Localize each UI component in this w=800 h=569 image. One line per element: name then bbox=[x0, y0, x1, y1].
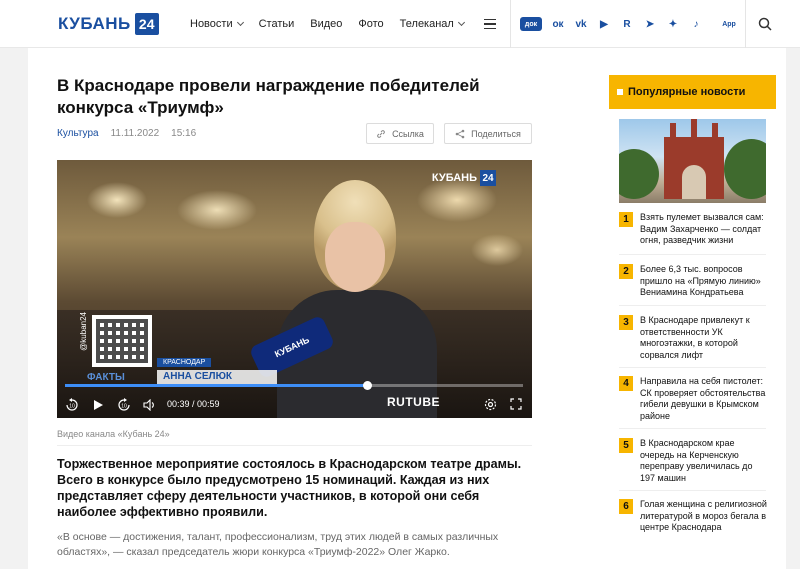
odnoklassniki-icon[interactable]: ок bbox=[551, 17, 565, 31]
popular-news-item[interactable]: 6 Голая женщина с религиозной литературо… bbox=[619, 499, 769, 534]
rutube-icon[interactable]: R bbox=[620, 17, 634, 31]
article-meta: Культура 11.11.2022 15:16 bbox=[57, 128, 196, 139]
popular-news-item[interactable]: 5 В Краснодарском крае очередь на Керчен… bbox=[619, 438, 769, 484]
video-time: 00:39 / 00:59 bbox=[167, 399, 220, 409]
article-lead: Торжественное мероприятие состоялось в К… bbox=[57, 457, 522, 519]
news-title[interactable]: В Краснодаре привлекут к ответственности… bbox=[640, 315, 769, 361]
news-title[interactable]: Взять пулемет вызвался сам: Вадим Захарч… bbox=[640, 212, 769, 247]
popular-news-image[interactable] bbox=[619, 119, 766, 203]
nav-label: Видео bbox=[310, 18, 343, 30]
popular-news-title: Популярные новости bbox=[628, 86, 746, 98]
news-title[interactable]: Более 6,3 тыс. вопросов пришло на «Пряму… bbox=[640, 264, 769, 299]
video-frame-speaker bbox=[272, 180, 442, 418]
news-rank: 1 bbox=[619, 212, 633, 227]
logo-text: КУБАНЬ bbox=[58, 14, 131, 33]
telegram-icon[interactable]: ➤ bbox=[643, 17, 657, 31]
vk-icon[interactable]: vk bbox=[574, 17, 588, 31]
right-page-margin bbox=[786, 0, 800, 569]
divider bbox=[619, 305, 766, 306]
search-icon[interactable] bbox=[758, 17, 772, 31]
news-rank: 6 bbox=[619, 499, 633, 514]
header-divider bbox=[745, 0, 746, 48]
triumphal-arch bbox=[664, 119, 724, 199]
nav-item-tv[interactable]: Телеканал bbox=[399, 18, 465, 30]
article-title: В Краснодаре провели награждение победит… bbox=[57, 76, 480, 117]
news-title[interactable]: Направила на себя пистолет: СК проверяет… bbox=[640, 376, 769, 422]
news-title[interactable]: В Краснодарском крае очередь на Керченск… bbox=[640, 438, 769, 484]
news-rank: 4 bbox=[619, 376, 633, 391]
video-handle: @kuban24 bbox=[79, 312, 88, 351]
article-quote: «В основе — достижения, талант, професси… bbox=[57, 531, 499, 558]
rutube-logo: RUTUBE bbox=[387, 395, 440, 409]
copy-link-button[interactable]: Ссылка bbox=[366, 123, 434, 144]
heading-square-icon bbox=[617, 89, 623, 95]
main-nav: Новости Статьи Видео Фото Телеканал bbox=[190, 0, 496, 48]
site-header: КУБАНЬ 24 Новости Статьи Видео Фото Теле… bbox=[0, 0, 800, 48]
dok-icon[interactable]: док bbox=[520, 17, 542, 31]
nav-label: Телеканал bbox=[399, 18, 454, 30]
video-progress-bar[interactable] bbox=[65, 381, 523, 390]
fullscreen-icon[interactable] bbox=[510, 398, 522, 410]
menu-icon[interactable] bbox=[483, 18, 496, 30]
nav-label: Новости bbox=[190, 18, 233, 30]
popular-news-heading: Популярные новости bbox=[609, 75, 776, 109]
video-player[interactable]: КУБАНЬ КУБАНЬ 24 @kuban24 КРАСНОДАР ФАКТ… bbox=[57, 160, 532, 418]
divider bbox=[619, 490, 766, 491]
link-icon bbox=[377, 129, 385, 138]
rewind-icon[interactable]: 10 bbox=[65, 398, 79, 412]
divider bbox=[57, 445, 532, 446]
header-divider bbox=[510, 0, 511, 48]
video-facts-label: ФАКТЫ bbox=[87, 372, 125, 383]
share-icon bbox=[455, 129, 465, 138]
app-icon[interactable]: App bbox=[712, 17, 746, 31]
nav-label: Фото bbox=[358, 18, 384, 30]
music-icon[interactable]: ♪ bbox=[689, 17, 703, 31]
forward-icon[interactable]: 10 bbox=[117, 398, 131, 412]
video-place-label: КРАСНОДАР bbox=[157, 358, 212, 367]
share-label: Поделиться bbox=[471, 128, 521, 139]
video-logo-number: 24 bbox=[480, 170, 496, 186]
qr-code bbox=[92, 315, 152, 367]
video-name-plate: АННА СЕЛЮК bbox=[157, 370, 277, 384]
settings-gear-icon[interactable] bbox=[484, 398, 497, 411]
popular-news-item[interactable]: 1 Взять пулемет вызвался сам: Вадим Заха… bbox=[619, 212, 769, 247]
news-rank: 2 bbox=[619, 264, 633, 279]
popular-news-item[interactable]: 2 Более 6,3 тыс. вопросов пришло на «Пря… bbox=[619, 264, 769, 299]
volume-icon[interactable] bbox=[143, 399, 156, 411]
article-date: 11.11.2022 bbox=[110, 128, 160, 139]
left-page-margin bbox=[0, 0, 28, 569]
copy-link-label: Ссылка bbox=[392, 128, 424, 139]
divider bbox=[619, 367, 766, 368]
video-logo-text: КУБАНЬ bbox=[431, 172, 477, 184]
social-links: док ок vk ▶ R ➤ ✦ ♪ App bbox=[520, 0, 746, 48]
nav-label: Статьи bbox=[258, 18, 295, 30]
news-title[interactable]: Голая женщина с религиозной литературой … bbox=[640, 499, 769, 534]
logo-number: 24 bbox=[134, 13, 159, 35]
divider bbox=[619, 428, 766, 429]
nav-item-video[interactable]: Видео bbox=[310, 18, 342, 30]
svg-text:10: 10 bbox=[121, 404, 127, 410]
video-controls: 10 10 00:39 / 00:59 bbox=[57, 392, 532, 416]
site-logo[interactable]: КУБАНЬ 24 bbox=[58, 12, 159, 36]
nav-item-photo[interactable]: Фото bbox=[358, 18, 383, 30]
article-time: 15:16 bbox=[171, 128, 197, 139]
share-button[interactable]: Поделиться bbox=[444, 123, 532, 144]
video-channel-logo: КУБАНЬ 24 bbox=[432, 170, 496, 186]
news-rank: 5 bbox=[619, 438, 633, 453]
article-category[interactable]: Культура bbox=[57, 128, 99, 139]
video-caption: Видео канала «Кубань 24» bbox=[57, 429, 170, 439]
zen-icon[interactable]: ✦ bbox=[666, 17, 680, 31]
popular-news-item[interactable]: 3 В Краснодаре привлекут к ответственнос… bbox=[619, 315, 769, 361]
news-rank: 3 bbox=[619, 315, 633, 330]
chevron-down-icon bbox=[236, 18, 244, 27]
play-icon[interactable] bbox=[92, 399, 104, 411]
divider bbox=[619, 254, 766, 255]
nav-item-articles[interactable]: Статьи bbox=[259, 18, 295, 30]
svg-text:10: 10 bbox=[69, 404, 75, 410]
video-progress-fill bbox=[65, 384, 368, 387]
chevron-down-icon bbox=[457, 18, 465, 27]
popular-news-item[interactable]: 4 Направила на себя пистолет: СК проверя… bbox=[619, 376, 769, 422]
nav-item-news[interactable]: Новости bbox=[190, 18, 244, 30]
youtube-icon[interactable]: ▶ bbox=[597, 17, 611, 31]
